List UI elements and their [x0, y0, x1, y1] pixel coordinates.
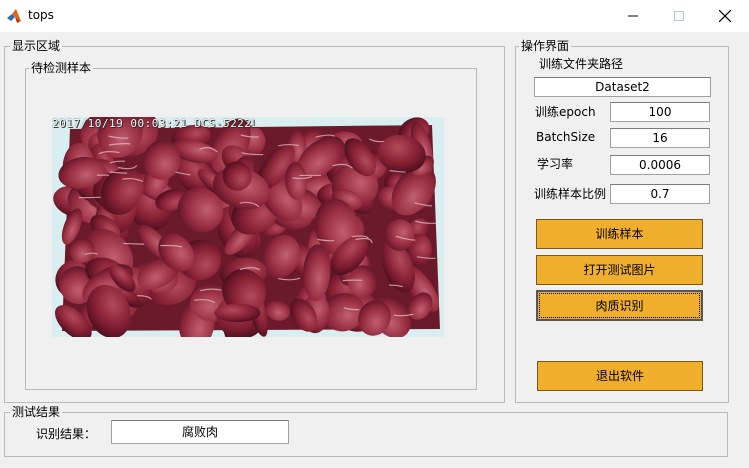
minimize-button[interactable] [610, 0, 656, 32]
learning-rate-field[interactable]: 0.0006 [610, 155, 710, 175]
sample-image [52, 117, 444, 337]
learning-rate-label: 学习率 [537, 157, 574, 171]
result-label: 识别结果： [36, 427, 97, 441]
sample-ratio-field[interactable]: 0.7 [610, 184, 710, 204]
result-panel-legend: 测试结果 [10, 405, 63, 419]
train-samples-button[interactable]: 训练样本 [536, 219, 703, 249]
minimize-icon [628, 15, 638, 17]
open-test-image-button[interactable]: 打开测试图片 [536, 255, 703, 285]
batchsize-label: BatchSize [536, 130, 596, 144]
meat-identify-button[interactable]: 肉质识别 [536, 290, 703, 321]
window-title: tops [28, 8, 54, 22]
maximize-button[interactable] [656, 0, 702, 32]
path-field[interactable]: Dataset2 [534, 77, 711, 97]
close-button[interactable] [702, 0, 748, 32]
matlab-logo-icon [6, 8, 22, 24]
close-icon [719, 10, 731, 22]
path-label: 训练文件夹路径 [539, 57, 624, 71]
epoch-field[interactable]: 100 [610, 102, 710, 122]
epoch-label: 训练epoch [535, 105, 596, 119]
sample-ratio-label: 训练样本比例 [534, 187, 607, 201]
result-field: 腐败肉 [111, 420, 289, 444]
display-area-legend: 显示区域 [10, 39, 63, 53]
exit-software-button[interactable]: 退出软件 [537, 361, 703, 391]
meat-chunk [214, 303, 261, 323]
sample-panel-legend: 待检测样本 [29, 61, 94, 75]
title-bar[interactable]: tops [0, 0, 749, 32]
image-timestamp-overlay: 2017/10/19 00:03:21 DCS-5222L [52, 117, 259, 130]
maximize-icon [674, 11, 684, 21]
fat-streak [123, 242, 145, 245]
fat-streak [342, 279, 363, 282]
batchsize-field[interactable]: 16 [610, 128, 710, 148]
operation-panel-legend: 操作界面 [519, 39, 572, 53]
